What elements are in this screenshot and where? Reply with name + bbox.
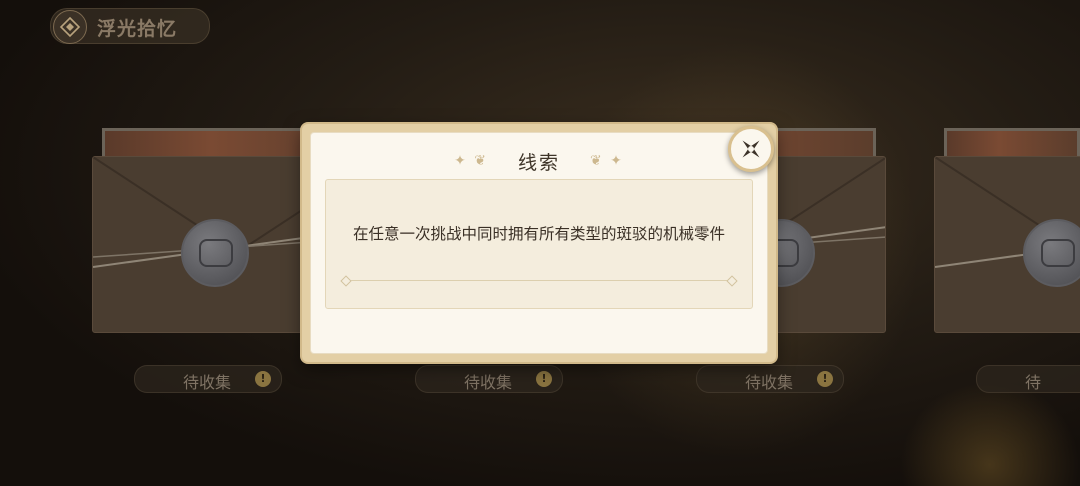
- compass-diamond-icon: [53, 10, 87, 44]
- alert-badge-icon: !: [536, 371, 552, 387]
- status-label: 待: [1025, 373, 1042, 392]
- wax-seal-icon: [181, 219, 249, 287]
- background-coins: [900, 380, 1080, 486]
- status-label: 待收集: [183, 373, 232, 392]
- dialog-header: ✦ ❦ 线索 ❦ ✦: [311, 149, 767, 174]
- alert-badge-icon: !: [255, 371, 271, 387]
- close-icon: [742, 140, 760, 158]
- clue-dialog-panel: ✦ ❦ 线索 ❦ ✦ 在任意一次挑战中同时拥有所有类型的斑驳的机械零件: [310, 132, 768, 354]
- status-label: 待收集: [745, 373, 794, 392]
- page-header[interactable]: 浮光拾忆: [50, 8, 210, 44]
- card-status: 待: [976, 365, 1080, 393]
- alert-badge-icon: !: [817, 371, 833, 387]
- card-status: 待收集 !: [696, 365, 844, 393]
- flourish-left-icon: ✦ ❦: [454, 153, 488, 169]
- clue-content-box: 在任意一次挑战中同时拥有所有类型的斑驳的机械零件: [325, 179, 753, 309]
- flourish-right-icon: ❦ ✦: [590, 153, 624, 169]
- clue-dialog: ✦ ❦ 线索 ❦ ✦ 在任意一次挑战中同时拥有所有类型的斑驳的机械零件: [302, 124, 776, 362]
- dialog-title: 线索: [517, 151, 560, 174]
- close-button[interactable]: [728, 126, 774, 172]
- card-status: 待收集 !: [415, 365, 563, 393]
- envelope: [934, 156, 1080, 333]
- page-title: 浮光拾忆: [97, 18, 178, 40]
- status-label: 待收集: [464, 373, 513, 392]
- card-status: 待收集 !: [134, 365, 282, 393]
- ornamental-divider: [346, 280, 732, 281]
- memory-card[interactable]: [934, 128, 1080, 333]
- clue-text: 在任意一次挑战中同时拥有所有类型的斑驳的机械零件: [352, 225, 725, 243]
